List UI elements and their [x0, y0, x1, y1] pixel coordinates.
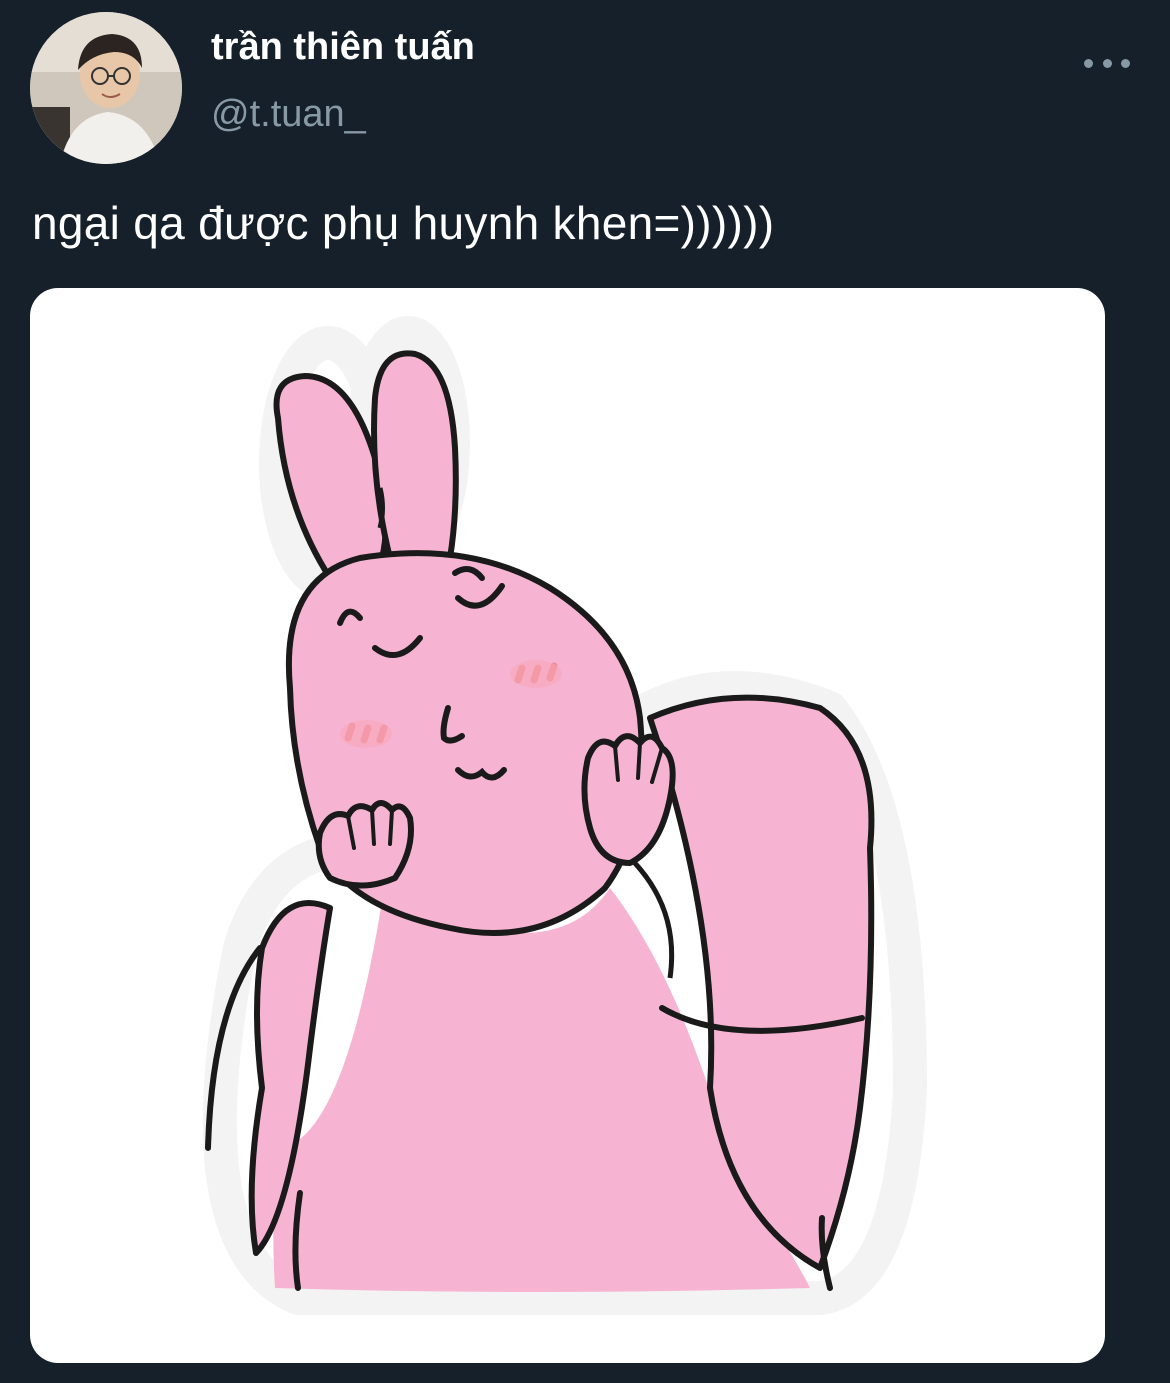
tweet: trần thiên tuấn @t.tuan_ ngại qa được ph… — [0, 0, 1170, 1383]
tweet-text: ngại qa được phụ huynh khen=)))))) — [32, 197, 775, 249]
tweet-media-image[interactable] — [30, 288, 1105, 1363]
more-horizontal-icon-dot — [1102, 58, 1112, 68]
author-display-name[interactable]: trần thiên tuấn — [211, 26, 475, 69]
bunny-right-ear — [371, 350, 459, 561]
more-options-button[interactable] — [1084, 48, 1130, 78]
more-horizontal-icon — [1084, 58, 1093, 68]
avatar[interactable] — [30, 12, 182, 164]
author-handle[interactable]: @t.tuan_ — [211, 93, 366, 136]
avatar-photo — [30, 12, 182, 164]
bunny-left-hand — [315, 800, 414, 889]
bunny-sticker-image — [202, 316, 927, 1315]
more-horizontal-icon-dot — [1121, 58, 1130, 68]
